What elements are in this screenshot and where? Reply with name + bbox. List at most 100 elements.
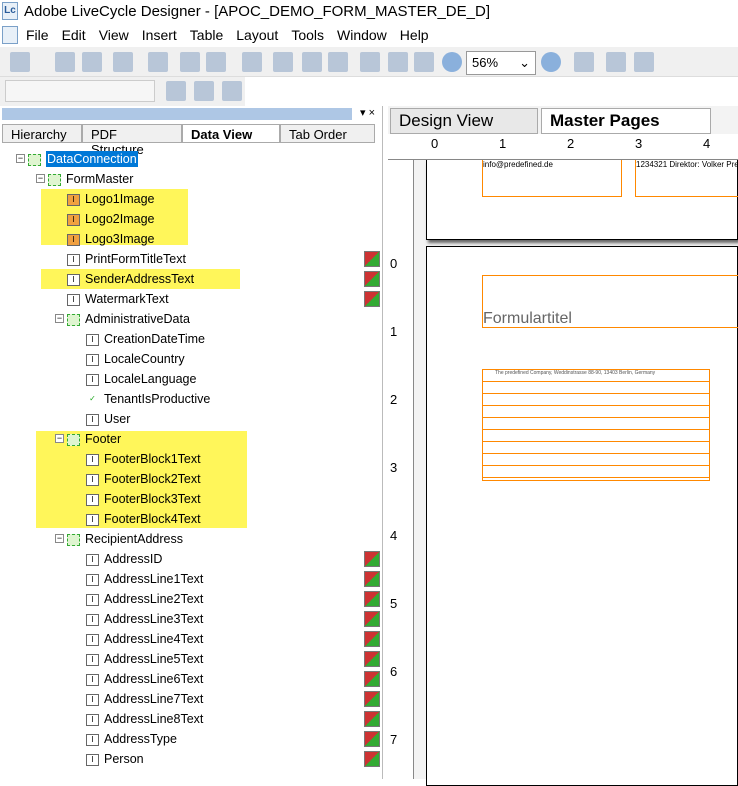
tab-design-view[interactable]: Design View <box>390 108 538 134</box>
tab-pdf-structure[interactable]: PDF Structure <box>82 124 182 157</box>
tree-item[interactable]: I AddressLine5Text <box>86 649 203 669</box>
tree-item[interactable]: I AddressLine7Text <box>86 689 203 709</box>
tab-master-pages[interactable]: Master Pages <box>541 108 711 134</box>
address-block[interactable]: The predefined Company, Weddinstrasse 88… <box>482 369 710 481</box>
zoom-select[interactable]: 56% ⌄ <box>466 51 536 75</box>
tree-item[interactable]: I AddressType <box>86 729 177 749</box>
undo-icon[interactable] <box>180 52 200 72</box>
menu-file[interactable]: File <box>26 27 49 43</box>
tree-item-label: AddressLine2Text <box>104 592 204 606</box>
text-field-icon: I <box>67 293 80 306</box>
tree-item[interactable]: I AddressLine4Text <box>86 629 203 649</box>
redo-icon[interactable] <box>206 52 226 72</box>
tree-item[interactable]: I FooterBlock4Text <box>86 509 201 529</box>
binding-icon <box>364 691 380 707</box>
menu-window[interactable]: Window <box>337 27 387 43</box>
tree-item[interactable]: I AddressLine2Text <box>86 589 203 609</box>
open-icon[interactable] <box>55 52 75 72</box>
tree-item[interactable]: I AddressLine1Text <box>86 569 203 589</box>
tree-item[interactable]: DataConnection <box>28 149 138 169</box>
tree-item[interactable]: I WatermarkText <box>67 289 169 309</box>
binding-icon <box>364 591 380 607</box>
tree-item-label: User <box>104 412 131 426</box>
tree-item[interactable]: I Logo2Image <box>67 209 155 229</box>
tree-item[interactable]: I FooterBlock3Text <box>86 489 201 509</box>
tab-tab-order[interactable]: Tab Order <box>280 124 375 143</box>
fit-width-icon[interactable] <box>414 52 434 72</box>
tree-item[interactable]: I AddressID <box>86 549 162 569</box>
menu-help[interactable]: Help <box>400 27 429 43</box>
tree-item[interactable]: I Person <box>86 749 144 769</box>
h-ruler-label: 4 <box>703 136 711 151</box>
tree-item[interactable]: I FooterBlock2Text <box>86 469 201 489</box>
group-icon <box>67 533 80 546</box>
menu-view[interactable]: View <box>99 27 129 43</box>
text-field-icon: I <box>86 373 99 386</box>
grid-icon[interactable] <box>273 52 293 72</box>
zoom-out-icon[interactable] <box>442 52 462 72</box>
collapse-toggle[interactable]: − <box>16 154 25 163</box>
binding-icon <box>364 631 380 647</box>
tree-item[interactable]: AdministrativeData <box>67 309 190 329</box>
object-dropdown[interactable] <box>5 80 155 102</box>
new-icon[interactable] <box>10 52 30 72</box>
panel-close-icon[interactable]: ▾ × <box>360 106 375 119</box>
tree-item-label: LocaleCountry <box>104 352 185 366</box>
tree-item[interactable]: I AddressLine6Text <box>86 669 203 689</box>
tree-item-label: Person <box>104 752 144 766</box>
find-icon[interactable] <box>242 52 262 72</box>
tree-item-label: RecipientAddress <box>85 532 183 546</box>
menu-edit[interactable]: Edit <box>62 27 86 43</box>
tree-item[interactable]: I Logo3Image <box>67 229 155 249</box>
tree-item[interactable]: I PrintFormTitleText <box>67 249 186 269</box>
save-icon[interactable] <box>82 52 102 72</box>
text-field-icon: ✓ <box>86 393 99 406</box>
tree-item[interactable]: I AddressLine3Text <box>86 609 203 629</box>
collapse-toggle[interactable]: − <box>36 174 45 183</box>
tree-item[interactable]: I FooterBlock1Text <box>86 449 201 469</box>
zoom-in-icon[interactable] <box>541 52 561 72</box>
stamp-icon[interactable] <box>148 52 168 72</box>
h-ruler-label: 1 <box>499 136 507 151</box>
page-icon[interactable] <box>360 52 380 72</box>
print-icon[interactable] <box>113 52 133 72</box>
tab-data-view[interactable]: Data View <box>182 124 280 143</box>
tree-item[interactable]: ✓ TenantIsProductive <box>86 389 210 409</box>
menu-table[interactable]: Table <box>190 27 223 43</box>
text-field-icon: I <box>86 413 99 426</box>
tree-item-label: PrintFormTitleText <box>85 252 186 266</box>
insert-page-icon[interactable] <box>194 81 214 101</box>
binding-icon <box>364 291 380 307</box>
group-icon <box>67 313 80 326</box>
h-ruler-label: 2 <box>567 136 575 151</box>
tree-item[interactable]: I LocaleLanguage <box>86 369 196 389</box>
form-title-field[interactable]: Formulartitel <box>482 275 738 328</box>
tree-item[interactable]: Footer <box>67 429 121 449</box>
tree-item[interactable]: FormMaster <box>48 169 133 189</box>
tree-item[interactable]: I LocaleCountry <box>86 349 185 369</box>
collapse-toggle[interactable]: − <box>55 534 64 543</box>
tab-hierarchy[interactable]: Hierarchy <box>2 124 82 143</box>
tree-item[interactable]: RecipientAddress <box>67 529 183 549</box>
tree-item[interactable]: I CreationDateTime <box>86 329 205 349</box>
spellcheck-icon[interactable] <box>606 52 626 72</box>
tree-item[interactable]: I User <box>86 409 130 429</box>
tree-item[interactable]: I SenderAddressText <box>67 269 194 289</box>
fit-height-icon[interactable] <box>388 52 408 72</box>
tree-item[interactable]: I AddressLine8Text <box>86 709 203 729</box>
snap-icon[interactable] <box>302 52 322 72</box>
menu-tools[interactable]: Tools <box>291 27 324 43</box>
text-field-icon: I <box>86 493 99 506</box>
new-page-icon[interactable] <box>166 81 186 101</box>
preview-icon[interactable] <box>634 52 654 72</box>
tree-item[interactable]: I Logo1Image <box>67 189 155 209</box>
menu-layout[interactable]: Layout <box>236 27 278 43</box>
collapse-toggle[interactable]: − <box>55 434 64 443</box>
guide-icon[interactable] <box>328 52 348 72</box>
validate-icon[interactable] <box>574 52 594 72</box>
page-2: Formulartitel The predefined Company, We… <box>426 246 738 786</box>
collapse-toggle[interactable]: − <box>55 314 64 323</box>
lock-icon[interactable] <box>222 81 242 101</box>
text-field-icon: I <box>86 513 99 526</box>
menu-insert[interactable]: Insert <box>142 27 177 43</box>
